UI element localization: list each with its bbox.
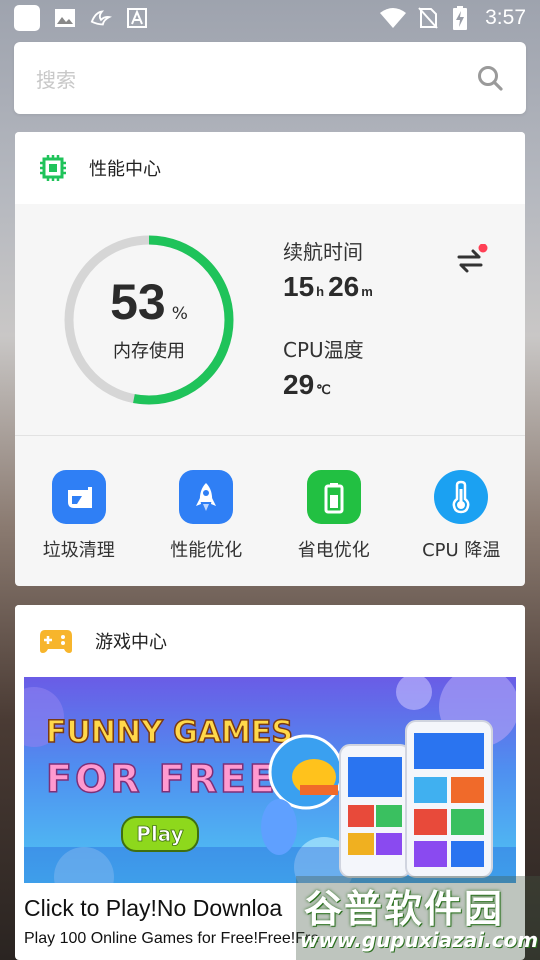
game-item-title[interactable]: Click to Play!No Downloa	[24, 895, 282, 922]
memory-percent-unit: %	[171, 304, 188, 324]
game-center-header[interactable]: 游戏中心	[15, 605, 525, 677]
cpu-temp-value: 29 ℃	[283, 369, 364, 401]
performance-title: 性能中心	[89, 159, 161, 180]
battery-charging-icon	[449, 6, 471, 30]
cpu-temp-stat: CPU温度 29 ℃	[283, 334, 364, 401]
tool-power-save[interactable]: 省电优化	[270, 470, 398, 586]
notification-square-icon	[14, 5, 40, 31]
wifi-icon	[379, 7, 407, 29]
search-placeholder: 搜索	[36, 67, 76, 92]
cpu-temp-unit: ℃	[316, 382, 331, 397]
tool-power-save-label: 省电优化	[297, 540, 370, 561]
tool-junk-clean[interactable]: 垃圾清理	[15, 470, 143, 586]
banner-headline-1: FUNNY GAMES	[46, 715, 293, 750]
bird-icon	[90, 7, 112, 29]
watermark-url: www.gupuxiazai.com	[300, 928, 539, 952]
battery-icon	[306, 470, 361, 524]
no-sim-icon	[417, 7, 439, 29]
chip-icon	[40, 155, 66, 181]
tools-row: 垃圾清理 性能优化 省电优化 CPU 降温	[15, 436, 525, 586]
gamepad-icon	[40, 630, 72, 653]
tool-performance-label: 性能优化	[170, 540, 243, 561]
memory-ring[interactable]: 53 % 内存使用	[61, 232, 237, 408]
search-input[interactable]: 搜索	[14, 42, 526, 114]
watermark-title: 谷普软件园	[304, 887, 505, 931]
memory-label: 内存使用	[113, 341, 185, 362]
status-time: 3:57	[485, 6, 526, 29]
game-banner-art: FUNNY GAMES FOR FREE Play	[24, 677, 516, 883]
battery-life-value: 15 h 26 m	[283, 271, 377, 303]
rocket-icon	[179, 470, 234, 524]
tool-performance[interactable]: 性能优化	[143, 470, 271, 586]
battery-life-stat: 续航时间 15 h 26 m	[283, 236, 377, 303]
memory-percent-value: 53	[110, 274, 166, 330]
battery-hours-unit: h	[316, 284, 325, 299]
banner-play-label: Play	[136, 822, 183, 846]
game-center-title: 游戏中心	[95, 632, 167, 653]
battery-minutes: 26	[328, 271, 360, 302]
tool-junk-clean-label: 垃圾清理	[42, 540, 115, 561]
cpu-temp-label: CPU温度	[283, 338, 364, 362]
banner-headline-2: FOR FREE	[46, 757, 278, 801]
image-icon	[54, 7, 76, 29]
font-icon	[126, 7, 148, 29]
battery-minutes-unit: m	[361, 284, 373, 299]
tool-cpu-cool[interactable]: CPU 降温	[398, 470, 526, 586]
performance-card: 性能中心 53 % 内存使用 续航时间 15 h 26 m CPU温度 29 ℃…	[15, 132, 525, 586]
search-icon[interactable]	[476, 64, 504, 92]
site-watermark: 谷普软件园 www.gupuxiazai.com	[296, 876, 540, 960]
notification-dot	[478, 244, 488, 253]
battery-life-label: 续航时间	[283, 240, 363, 264]
swap-icon[interactable]	[455, 244, 489, 278]
broom-icon	[51, 470, 106, 524]
performance-header[interactable]: 性能中心	[15, 132, 525, 204]
game-item-subtitle: Play 100 Online Games for Free!Free!Fre	[24, 930, 320, 947]
cpu-temp-number: 29	[283, 369, 315, 400]
battery-hours: 15	[283, 271, 315, 302]
tool-cpu-cool-label: CPU 降温	[422, 540, 501, 561]
thermometer-icon	[434, 470, 489, 524]
status-bar: 3:57	[0, 0, 540, 36]
game-banner[interactable]: FUNNY GAMES FOR FREE Play	[24, 677, 516, 883]
performance-stats: 53 % 内存使用 续航时间 15 h 26 m CPU温度 29 ℃	[15, 204, 525, 436]
